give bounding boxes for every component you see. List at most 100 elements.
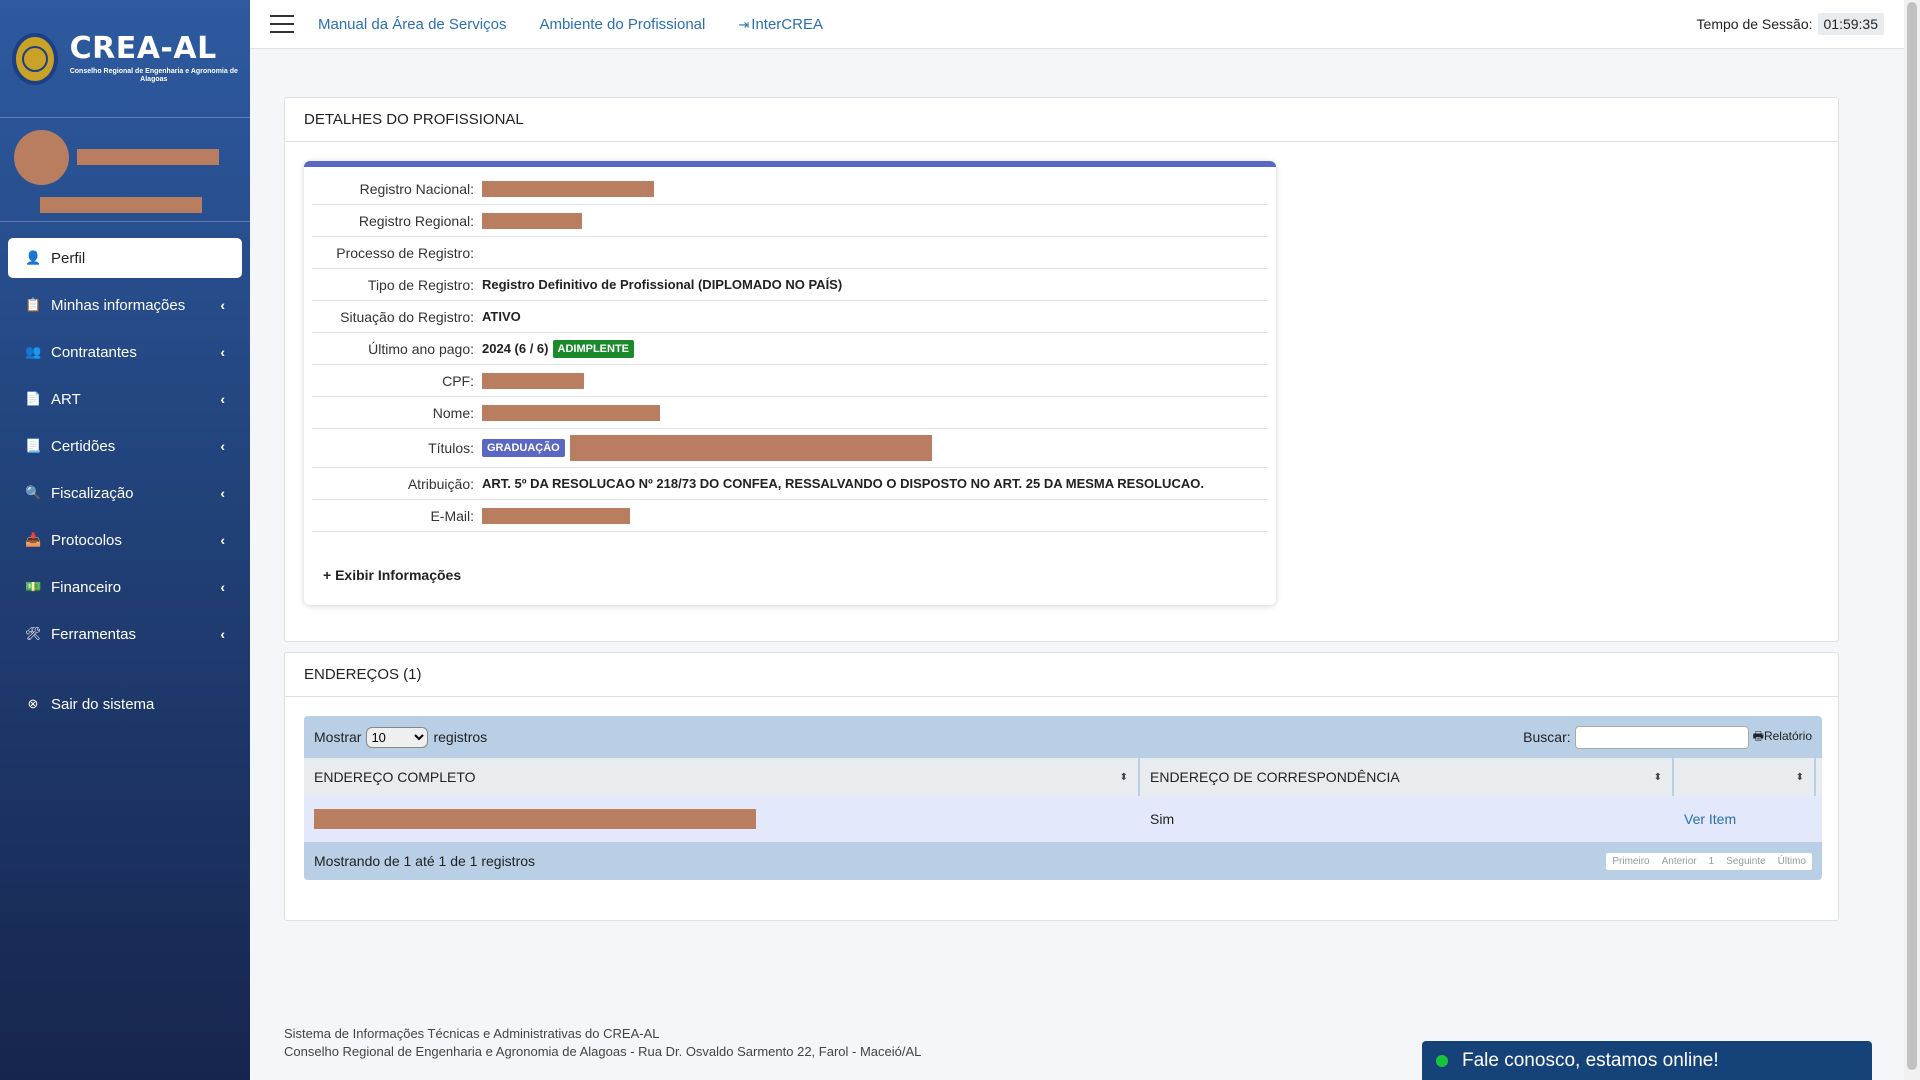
value-redacted	[482, 212, 582, 229]
sidebar-item-label: Contratantes	[51, 343, 137, 361]
chevron-left-icon: ‹	[220, 532, 225, 548]
sort-icon: ⬍	[1119, 771, 1128, 783]
table-row: Sim Ver Item	[304, 796, 1822, 842]
sidebar-item-financeiro[interactable]: 💵 Financeiro ‹	[8, 567, 242, 607]
sidebar-item-ferramentas[interactable]: 🛠 Ferramentas ‹	[8, 614, 242, 654]
user-registration-redacted	[40, 197, 202, 213]
sidebar-item-label: Financeiro	[51, 578, 122, 596]
chevron-left-icon: ‹	[220, 297, 225, 313]
sidebar-item-label: Fiscalização	[51, 484, 134, 502]
nav-link-intercrea-label: InterCREA	[751, 15, 823, 33]
nav-link-manual[interactable]: Manual da Área de Serviços	[318, 16, 506, 33]
row-cpf: CPF:	[312, 365, 1268, 397]
chevron-left-icon: ‹	[220, 438, 225, 454]
status-badge: ADIMPLENTE	[552, 339, 634, 358]
value-redacted	[314, 809, 756, 829]
brand-subtitle: Conselho Regional de Engenharia e Agrono…	[69, 67, 238, 83]
value-ultimo-ano: 2024 (6 / 6)	[482, 341, 549, 356]
column-label: ENDEREÇO DE CORRESPONDÊNCIA	[1150, 769, 1400, 785]
card-title: DETALHES DO PROFISSIONAL	[285, 98, 1838, 142]
view-item-link[interactable]: Ver Item	[1674, 811, 1816, 827]
sidebar-item-label: Perfil	[51, 249, 86, 267]
search-label: Buscar:	[1523, 729, 1571, 745]
session-timer: Tempo de Sessão: 01:59:35	[1697, 13, 1884, 35]
show-more-info-link[interactable]: + Exibir Informações	[323, 567, 461, 583]
sidebar-item-protocolos[interactable]: 📥 Protocolos ‹	[8, 520, 242, 560]
cell-correspondencia: Sim	[1150, 811, 1175, 827]
label-cpf: CPF:	[442, 372, 474, 389]
sidebar-item-certidoes[interactable]: 📃 Certidões ‹	[8, 426, 242, 466]
chevron-left-icon: ‹	[220, 485, 225, 501]
clipboard-icon: 📋	[25, 297, 42, 312]
session-time: 01:59:35	[1817, 13, 1884, 35]
label-situacao: Situação do Registro:	[340, 308, 474, 325]
brand[interactable]: CREA-AL Conselho Regional de Engenharia …	[0, 0, 250, 118]
nav-link-ambiente-profissional[interactable]: Ambiente do Profissional	[539, 16, 705, 33]
certificate-icon: 📃	[25, 438, 42, 453]
table-footer: Mostrando de 1 até 1 de 1 registros Prim…	[304, 842, 1822, 880]
sidebar-item-logout[interactable]: ⊗ Sair do sistema	[8, 684, 242, 724]
chevron-left-icon: ‹	[220, 626, 225, 642]
row-registro-nacional: Registro Nacional:	[312, 173, 1268, 205]
search-input[interactable]	[1574, 725, 1749, 749]
row-nome: Nome:	[312, 397, 1268, 429]
column-header-actions[interactable]: ⬍	[1674, 758, 1816, 796]
scrollbar-thumb[interactable]	[1907, 2, 1917, 1070]
money-icon: 💵	[25, 579, 42, 594]
sidebar-item-fiscalizacao[interactable]: 🔍 Fiscalização ‹	[8, 473, 242, 513]
user-icon: 👤	[25, 250, 42, 265]
sidebar-item-label: Certidões	[51, 437, 116, 455]
show-label: Mostrar	[314, 729, 362, 745]
menu-toggle-icon[interactable]	[270, 15, 294, 33]
page-length-select[interactable]: 10	[366, 726, 429, 748]
value-redacted	[482, 372, 584, 389]
brand-title: CREA-AL	[69, 30, 217, 66]
sidebar-item-label: Sair do sistema	[51, 695, 155, 713]
label-titulos: Títulos:	[428, 440, 474, 456]
professional-details-card: DETALHES DO PROFISSIONAL Registro Nacion…	[284, 97, 1839, 642]
sidebar-item-contratantes[interactable]: 👥 Contratantes ‹	[8, 332, 242, 372]
crea-seal-icon	[12, 32, 58, 85]
pager-last[interactable]: Último	[1772, 853, 1812, 870]
pager-first[interactable]: Primeiro	[1606, 853, 1655, 870]
sort-icon: ⬍	[1795, 771, 1804, 783]
sidebar-item-label: Protocolos	[51, 531, 122, 549]
sidebar-item-minhas-informacoes[interactable]: 📋 Minhas informações ‹	[8, 285, 242, 325]
column-header-correspondencia[interactable]: ENDEREÇO DE CORRESPONDÊNCIA ⬍	[1140, 758, 1674, 796]
row-titulos: Títulos: GRADUAÇÃO	[312, 429, 1268, 468]
details-panel: Registro Nacional: Registro Regional: Pr…	[304, 161, 1276, 605]
label-ultimo-ano: Último ano pago:	[368, 340, 474, 357]
avatar[interactable]	[14, 130, 69, 185]
table-info: Mostrando de 1 até 1 de 1 registros	[314, 853, 536, 869]
sidebar-item-perfil[interactable]: 👤 Perfil	[8, 238, 242, 278]
chevron-left-icon: ‹	[220, 344, 225, 360]
addresses-card: ENDEREÇOS (1) Mostrar 10 registros Busca…	[284, 652, 1839, 921]
value-tipo: Registro Definitivo de Profissional (DIP…	[482, 277, 843, 292]
row-processo-registro: Processo de Registro:	[312, 237, 1268, 269]
value-situacao: ATIVO	[482, 309, 521, 324]
value-redacted	[482, 404, 660, 421]
session-label: Tempo de Sessão:	[1696, 16, 1813, 32]
label-processo: Processo de Registro:	[336, 244, 474, 261]
sidebar-item-art[interactable]: 📄 ART ‹	[8, 379, 242, 419]
search-icon: 🔍	[25, 485, 42, 500]
page-scrollbar[interactable]	[1904, 0, 1920, 1080]
value-redacted	[569, 435, 932, 461]
cell-endereco	[304, 809, 1140, 829]
column-header-endereco[interactable]: ENDEREÇO COMPLETO ⬍	[304, 758, 1140, 796]
footer-line-1: Sistema de Informações Técnicas e Admini…	[284, 1026, 660, 1041]
pager-page-1[interactable]: 1	[1703, 853, 1721, 870]
row-situacao-registro: Situação do Registro: ATIVO	[312, 301, 1268, 333]
report-button[interactable]: 🖶Relatório	[1753, 727, 1812, 748]
chat-widget[interactable]: Fale conosco, estamos online!	[1422, 1041, 1872, 1080]
sidebar: CREA-AL Conselho Regional de Engenharia …	[0, 0, 250, 1080]
file-icon: 📄	[25, 391, 42, 406]
row-atribuicao: Atribuição: ART. 5º DA RESOLUCAO Nº 218/…	[312, 468, 1268, 500]
column-label: ENDEREÇO COMPLETO	[314, 769, 476, 785]
sidebar-item-label: Ferramentas	[51, 625, 137, 643]
nav-link-intercrea[interactable]: ⇥ InterCREA	[738, 16, 823, 33]
pager-previous[interactable]: Anterior	[1656, 853, 1703, 870]
sort-icon: ⬍	[1653, 771, 1662, 783]
label-nome: Nome:	[432, 404, 474, 421]
pager-next[interactable]: Seguinte	[1720, 853, 1771, 870]
